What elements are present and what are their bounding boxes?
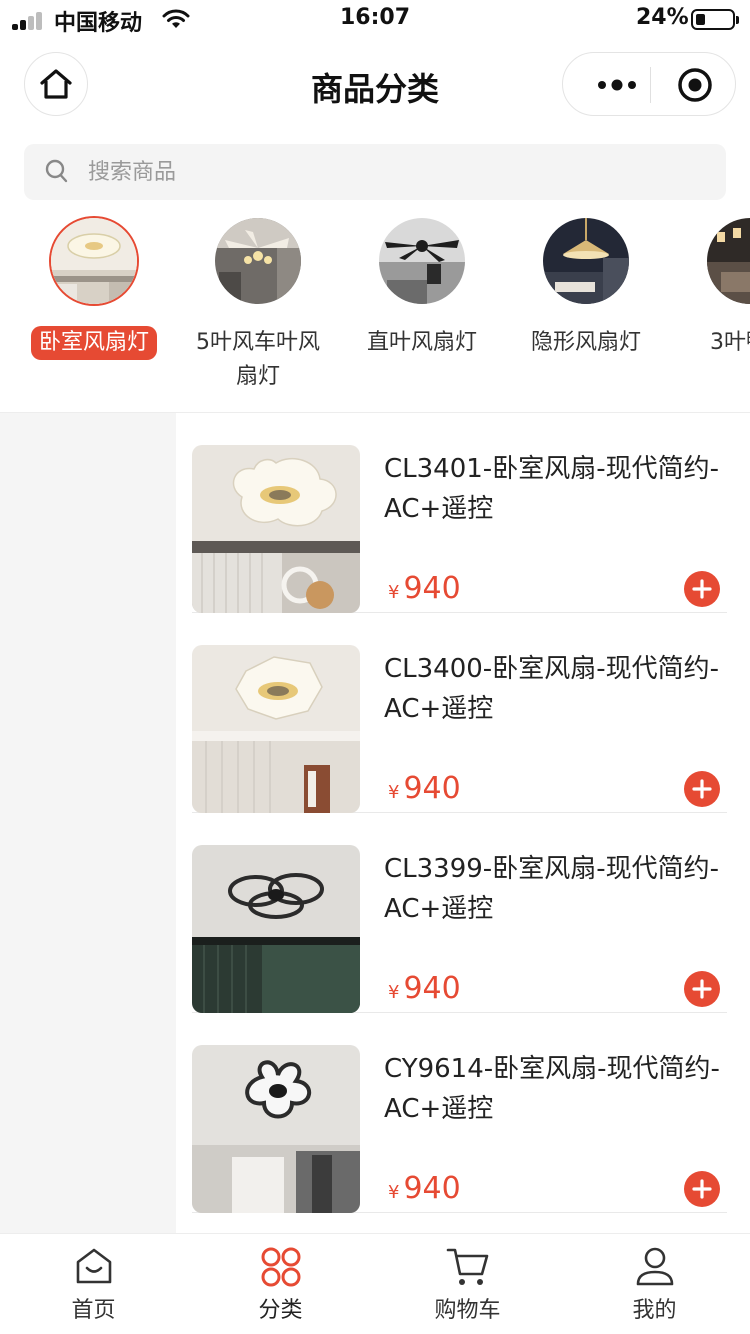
product-list: CL3401-卧室风扇-现代简约-AC+遥控 ¥940 CL3400-卧室风扇-… [176,413,750,1233]
search-icon [45,159,68,183]
product-title: CL3401-卧室风扇-现代简约-AC+遥控 [384,454,719,524]
battery-percent: 24% [636,5,689,30]
product-image [192,845,360,1013]
more-icon [598,79,636,91]
category-thumbnail [377,216,467,306]
product-price: ¥940 [388,771,461,806]
product-card[interactable]: CY9614-卧室风扇-现代简约-AC+遥控 ¥940 [192,1013,727,1213]
product-image [192,1045,360,1213]
category-label: 直叶风扇灯 [366,330,477,355]
tab-cart[interactable]: 购物车 [374,1234,561,1334]
add-to-cart-button[interactable] [684,971,720,1007]
close-target-icon [678,68,712,102]
product-image [192,645,360,813]
tab-label: 分类 [258,1298,303,1323]
status-bar: 中国移动 16:07 24% [0,0,750,40]
tab-label: 购物车 [434,1298,501,1323]
add-to-cart-button[interactable] [684,1171,720,1207]
category-thumbnail [49,216,139,306]
tab-category[interactable]: 分类 [187,1234,374,1334]
category-item-bedroom-fan-light[interactable]: 卧室风扇灯 [12,214,176,360]
tab-home[interactable]: 首页 [0,1234,187,1334]
product-title: CL3400-卧室风扇-现代简约-AC+遥控 [384,654,719,724]
category-item-straight-blade-fan-light[interactable]: 直叶风扇灯 [340,214,504,360]
category-tab-icon [261,1247,300,1287]
cart-tab-icon [446,1248,488,1285]
home-tab-icon [76,1248,111,1284]
product-price: ¥940 [388,571,461,606]
category-item-5-blade-fan-light[interactable]: 5叶风车叶风扇灯 [176,214,340,394]
plus-icon [692,979,712,999]
plus-icon [692,779,712,799]
profile-tab-icon [636,1247,673,1286]
category-label: 3叶鸭扇 [710,330,750,355]
category-item-invisible-fan-light[interactable]: 隐形风扇灯 [504,214,668,360]
product-title: CY9614-卧室风扇-现代简约-AC+遥控 [384,1054,720,1124]
category-item-3-blade-duck-fan[interactable]: 3叶鸭扇 [668,214,750,360]
product-card[interactable]: CL3401-卧室风扇-现代简约-AC+遥控 ¥940 [192,413,727,613]
product-card[interactable]: CL3399-卧室风扇-现代简约-AC+遥控 ¥940 [192,813,727,1013]
battery-icon [691,9,739,30]
nav-bar: 商品分类 [0,40,750,130]
tab-bar: 首页 分类 购物车 我的 [0,1233,750,1334]
category-label: 卧室风扇灯 [30,326,157,360]
category-thumbnail [541,216,631,306]
tab-profile[interactable]: 我的 [561,1234,748,1334]
product-image [192,445,360,613]
product-card[interactable]: CL3400-卧室风扇-现代简约-AC+遥控 ¥940 [192,613,727,813]
category-thumbnail [705,216,750,306]
product-price: ¥940 [388,1171,461,1206]
close-button[interactable] [663,53,727,117]
side-category-panel [0,413,176,1233]
category-label: 5叶风车叶风扇灯 [196,330,320,389]
product-price: ¥940 [388,971,461,1006]
add-to-cart-button[interactable] [684,771,720,807]
more-button[interactable] [585,53,649,117]
mini-program-capsule [562,52,736,116]
page: 中国移动 16:07 24% 商品分类 搜索商品 卧室风扇灯 5叶风车叶风扇灯 … [0,0,750,1334]
category-label: 隐形风扇灯 [530,330,641,355]
plus-icon [692,1179,712,1199]
tab-label: 首页 [71,1298,116,1323]
add-to-cart-button[interactable] [684,571,720,607]
product-title: CL3399-卧室风扇-现代简约-AC+遥控 [384,854,719,924]
search-bar[interactable] [24,144,726,200]
category-thumbnail [213,216,303,306]
category-strip: 卧室风扇灯 5叶风车叶风扇灯 直叶风扇灯 隐形风扇灯 3叶 [0,214,750,412]
search-input[interactable] [88,144,688,200]
tab-label: 我的 [632,1298,677,1323]
plus-icon [692,579,712,599]
capsule-divider [650,67,651,103]
